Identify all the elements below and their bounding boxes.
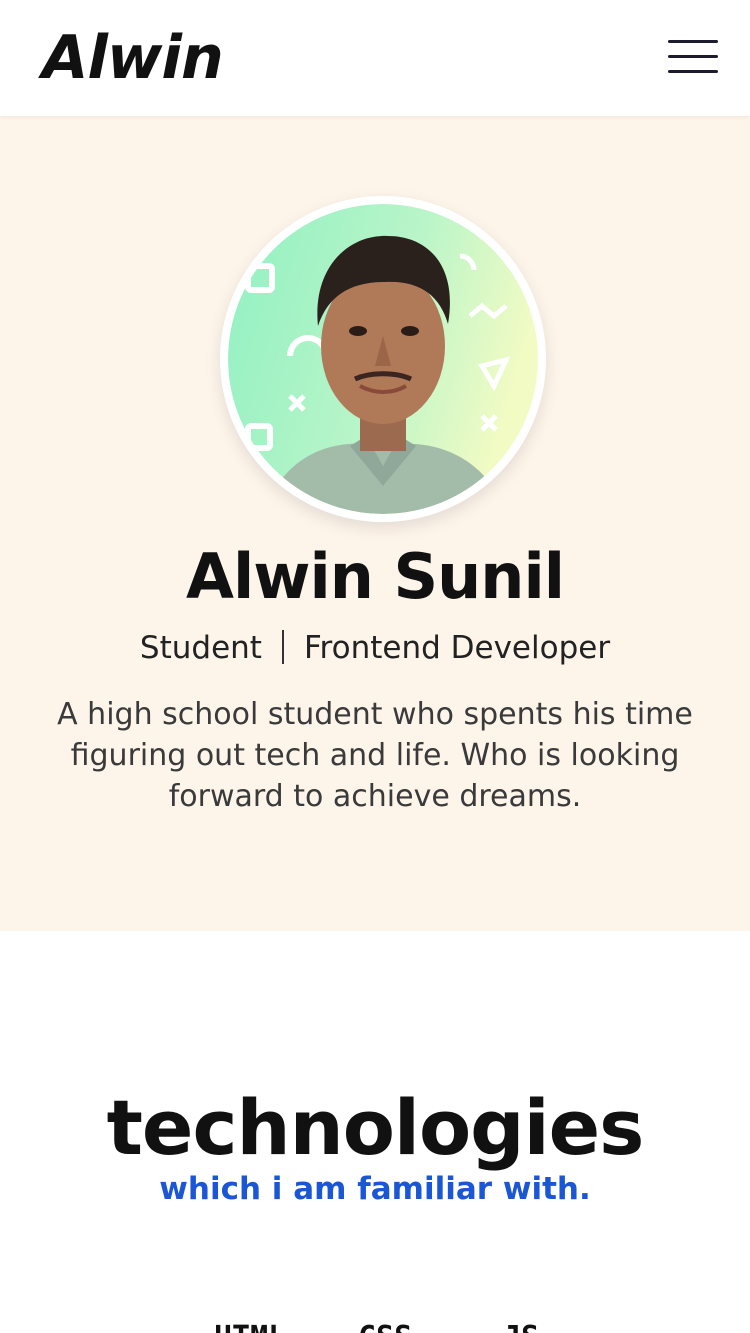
profile-photo-graphic — [220, 196, 546, 522]
role-frontend: Frontend Developer — [303, 630, 611, 666]
site-logo[interactable]: Alwin — [42, 22, 224, 94]
tech-item-html: HTML — [214, 1320, 286, 1333]
profile-photo — [220, 196, 546, 522]
technologies-list: HTML CSS JS — [0, 1316, 750, 1333]
technologies-heading: technologies — [106, 1083, 645, 1172]
role-divider — [281, 629, 284, 664]
menu-bar — [668, 70, 718, 73]
tech-item-js: JS — [503, 1320, 539, 1333]
profile-name: Alwin Sunil — [186, 540, 565, 613]
profile-roles: Student Frontend Developer — [0, 626, 750, 670]
menu-bar — [668, 55, 718, 58]
menu-bar — [668, 40, 718, 43]
profile-bio: A high school student who spents his tim… — [57, 697, 693, 814]
tech-item-css: CSS — [358, 1320, 412, 1333]
technologies-subheading: which i am familiar with. — [159, 1171, 591, 1207]
role-student: Student — [139, 630, 262, 666]
site-header: Alwin — [0, 0, 750, 116]
hero-section: Alwin Sunil Student Frontend Developer A … — [0, 116, 750, 931]
hamburger-menu-icon[interactable] — [668, 40, 718, 74]
